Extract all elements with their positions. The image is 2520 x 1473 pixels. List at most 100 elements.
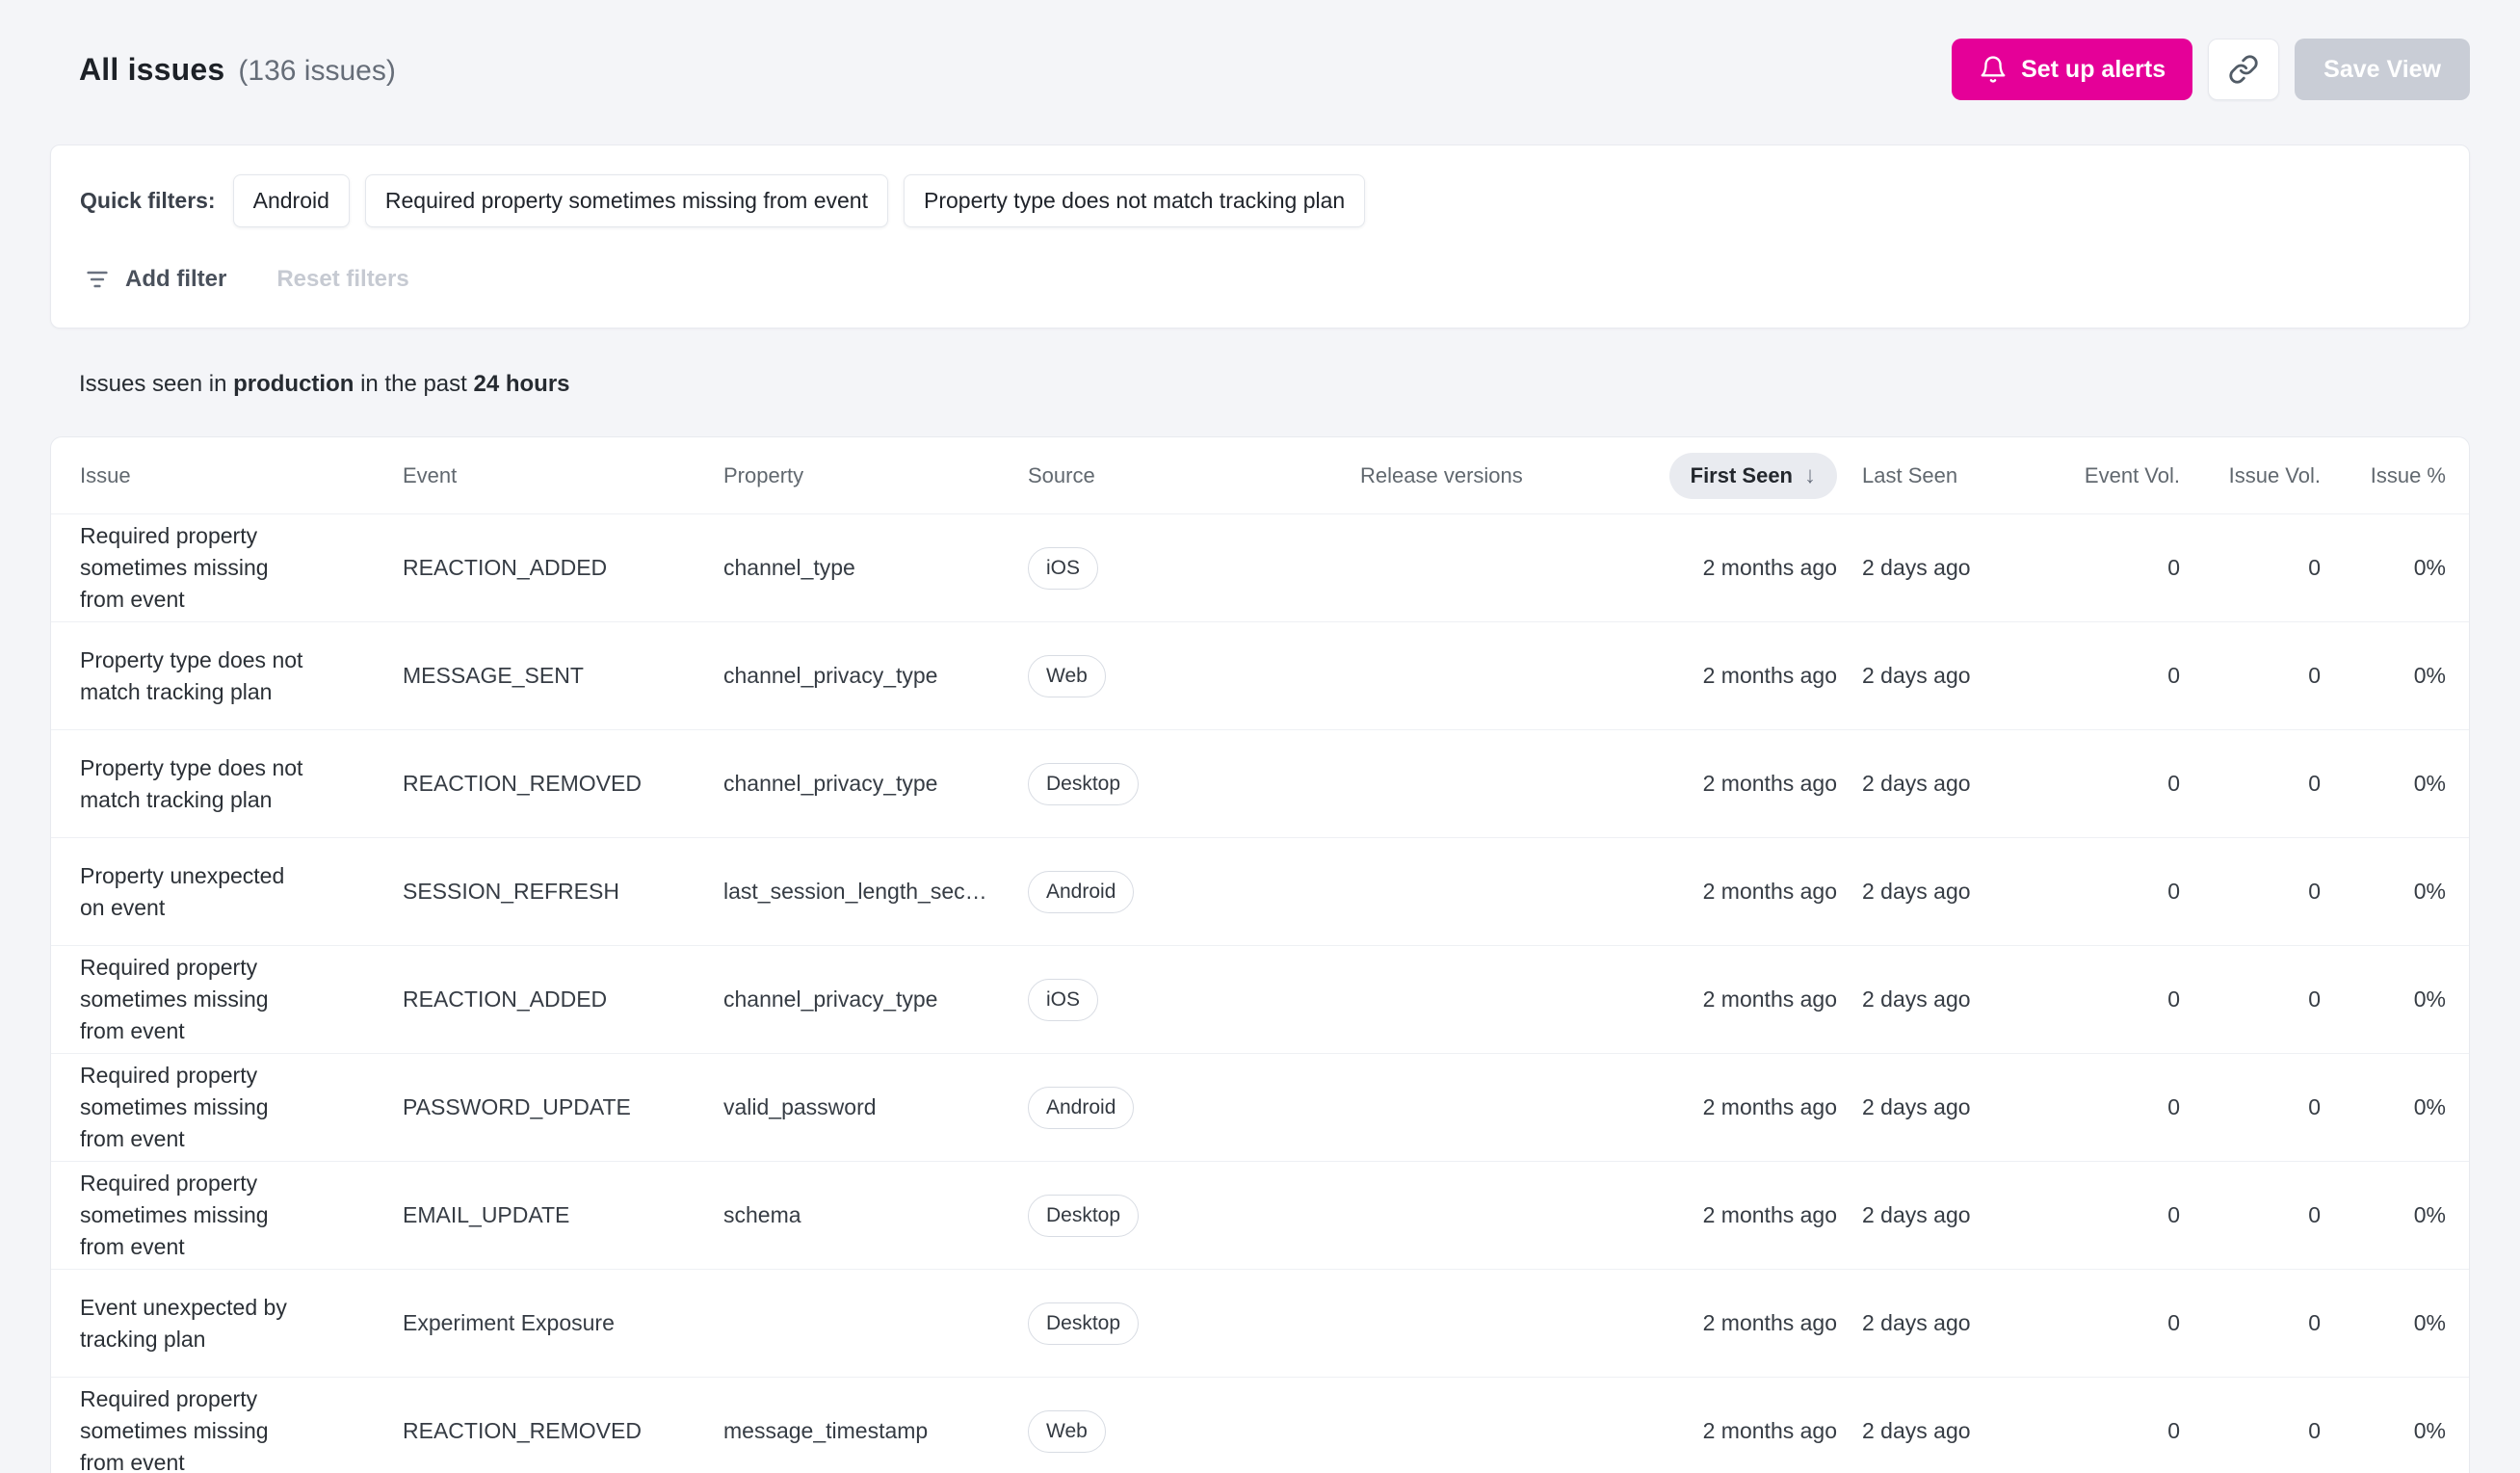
last-seen-cell: 2 days ago [1862,1310,1971,1335]
issue-vol-cell: 0 [2308,1310,2321,1335]
save-view-button[interactable]: Save View [2295,39,2470,100]
last-seen-cell: 2 days ago [1862,663,1971,688]
column-header-source[interactable]: Source [1028,463,1360,488]
issue-pct-cell: 0% [2413,1418,2446,1443]
last-seen-cell: 2 days ago [1862,1418,1971,1443]
scope-line: Issues seen in production in the past 24… [79,371,2470,398]
first-seen-cell: 2 months ago [1702,1202,1837,1227]
first-seen-cell: 2 months ago [1702,663,1837,688]
event-vol-cell: 0 [2167,1202,2180,1227]
event-vol-cell: 0 [2167,1310,2180,1335]
source-cell: iOS [1028,546,1360,590]
source-cell: Desktop [1028,1302,1360,1345]
scope-environment: production [233,371,354,397]
column-header-issue-vol[interactable]: Issue Vol. [2180,463,2321,488]
issue-cell: Event unexpected by tracking plan [80,1294,287,1352]
issues-table: Issue Event Property Source Release vers… [50,436,2470,1473]
source-cell: Android [1028,1086,1360,1129]
source-badge: iOS [1028,546,1099,590]
save-view-label: Save View [2323,55,2441,83]
last-seen-cell: 2 days ago [1862,1202,1971,1227]
column-header-issue-pct[interactable]: Issue % [2321,463,2446,488]
issue-cell: Required property sometimes missing from… [80,1063,269,1151]
table-row[interactable]: Property unexpected on event SESSION_REF… [51,838,2469,946]
source-cell: Web [1028,654,1360,697]
column-header-first-seen[interactable]: First Seen ↓ [1664,452,1837,499]
column-header-issue[interactable]: Issue [80,463,403,488]
first-seen-cell: 2 months ago [1702,1094,1837,1119]
last-seen-cell: 2 days ago [1862,986,1971,1012]
issue-cell: Required property sometimes missing from… [80,955,269,1043]
event-cell: EMAIL_UPDATE [403,1202,570,1227]
property-cell: channel_type [723,555,855,580]
property-cell: channel_privacy_type [723,986,938,1012]
copy-link-button[interactable] [2208,39,2280,100]
column-header-last-seen[interactable]: Last Seen [1837,463,2002,488]
issue-pct-cell: 0% [2413,986,2446,1012]
column-header-release-versions[interactable]: Release versions [1360,463,1664,488]
property-cell: message_timestamp [723,1418,929,1443]
event-vol-cell: 0 [2167,879,2180,904]
quick-filter-chip-android[interactable]: Android [232,174,350,227]
quick-filters-label: Quick filters: [80,188,216,213]
source-cell: Android [1028,870,1360,913]
first-seen-cell: 2 months ago [1702,555,1837,580]
title-wrap: All issues (136 issues) [79,52,396,88]
table-row[interactable]: Event unexpected by tracking plan Experi… [51,1270,2469,1378]
issue-cell: Required property sometimes missing from… [80,523,269,612]
column-header-event-vol[interactable]: Event Vol. [2002,463,2180,488]
issue-pct-cell: 0% [2413,1310,2446,1335]
source-badge: Web [1028,1409,1106,1453]
issue-pct-cell: 0% [2413,663,2446,688]
reset-filters-button[interactable]: Reset filters [276,266,408,293]
first-seen-cell: 2 months ago [1702,1310,1837,1335]
first-seen-cell: 2 months ago [1702,1418,1837,1443]
issue-vol-cell: 0 [2308,986,2321,1012]
table-row[interactable]: Property type does not match tracking pl… [51,730,2469,838]
event-vol-cell: 0 [2167,1418,2180,1443]
issue-vol-cell: 0 [2308,663,2321,688]
add-filter-button[interactable]: Add filter [84,266,226,293]
table-row[interactable]: Required property sometimes missing from… [51,1378,2469,1473]
last-seen-cell: 2 days ago [1862,555,1971,580]
first-seen-sort-pill[interactable]: First Seen ↓ [1668,452,1837,499]
table-row[interactable]: Required property sometimes missing from… [51,1054,2469,1162]
last-seen-cell: 2 days ago [1862,1094,1971,1119]
filter-lines-icon [84,266,111,293]
set-up-alerts-button[interactable]: Set up alerts [1952,39,2193,100]
source-badge: iOS [1028,978,1099,1021]
table-row[interactable]: Required property sometimes missing from… [51,946,2469,1054]
property-cell: valid_password [723,1094,877,1119]
property-cell: channel_privacy_type [723,771,938,796]
quick-filter-chip-property-type[interactable]: Property type does not match tracking pl… [903,174,1366,227]
issue-vol-cell: 0 [2308,1094,2321,1119]
table-row[interactable]: Property type does not match tracking pl… [51,622,2469,730]
quick-filters-row: Quick filters: Android Required property… [80,174,2440,227]
sort-descending-icon: ↓ [1804,461,1816,488]
issue-pct-cell: 0% [2413,771,2446,796]
column-header-property[interactable]: Property [723,463,1028,488]
set-up-alerts-label: Set up alerts [2021,55,2166,83]
property-cell: schema [723,1202,801,1227]
property-cell: channel_privacy_type [723,663,938,688]
source-cell: Desktop [1028,1194,1360,1237]
source-cell: Web [1028,1409,1360,1453]
event-vol-cell: 0 [2167,771,2180,796]
source-badge: Web [1028,654,1106,697]
issue-vol-cell: 0 [2308,879,2321,904]
last-seen-cell: 2 days ago [1862,879,1971,904]
scope-time-range: 24 hours [473,371,570,397]
table-row[interactable]: Required property sometimes missing from… [51,1162,2469,1270]
column-header-event[interactable]: Event [403,463,723,488]
table-row[interactable]: Required property sometimes missing from… [51,514,2469,622]
issue-pct-cell: 0% [2413,1094,2446,1119]
issue-count: (136 issues) [238,54,396,87]
quick-filter-chip-required-property[interactable]: Required property sometimes missing from… [364,174,888,227]
header-actions: Set up alerts Save View [1952,39,2470,100]
bell-icon [1979,55,2008,84]
filter-panel: Quick filters: Android Required property… [50,145,2470,329]
issue-cell: Required property sometimes missing from… [80,1386,269,1473]
last-seen-cell: 2 days ago [1862,771,1971,796]
add-filter-label: Add filter [125,266,227,292]
filter-actions-row: Add filter Reset filters [80,266,2440,293]
